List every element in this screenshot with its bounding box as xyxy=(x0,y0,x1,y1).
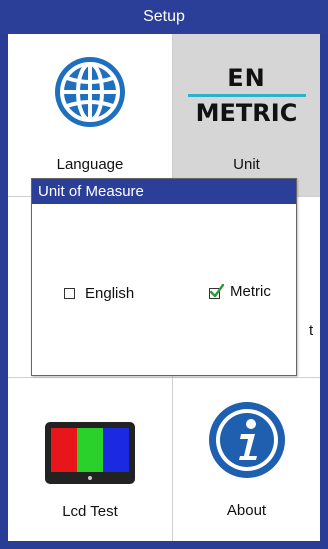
monitor-rgb-icon xyxy=(45,422,135,484)
about-label: About xyxy=(226,502,267,519)
lcd-test-tile[interactable]: Lcd Test xyxy=(8,378,172,541)
metric-checkbox[interactable] xyxy=(209,283,225,299)
checkmark-icon xyxy=(209,283,225,297)
unit-icon-metric: METRIC xyxy=(195,99,298,127)
info-icon xyxy=(209,402,285,478)
english-option-label: English xyxy=(85,285,135,302)
window-title: Setup xyxy=(0,0,328,34)
option-metric[interactable]: Metric xyxy=(209,283,271,300)
globe-icon xyxy=(55,57,125,127)
about-tile[interactable]: About xyxy=(173,378,320,541)
unit-of-measure-dialog: Unit of Measure English Metric xyxy=(31,178,297,376)
option-english[interactable]: English xyxy=(64,285,134,302)
lcd-test-label: Lcd Test xyxy=(62,503,118,520)
unit-en-metric-icon: EN METRIC xyxy=(173,64,320,127)
unit-icon-en: EN xyxy=(227,64,266,92)
unit-label: Unit xyxy=(233,156,260,173)
hidden-tile-label-fragment: t xyxy=(309,322,314,339)
language-tile[interactable]: Language xyxy=(8,34,172,196)
metric-option-label: Metric xyxy=(230,283,271,300)
english-checkbox[interactable] xyxy=(64,288,75,299)
unit-icon-divider xyxy=(187,94,306,97)
dialog-title: Unit of Measure xyxy=(32,179,296,204)
language-label: Language xyxy=(56,156,124,173)
unit-tile[interactable]: EN METRIC Unit xyxy=(173,34,320,196)
